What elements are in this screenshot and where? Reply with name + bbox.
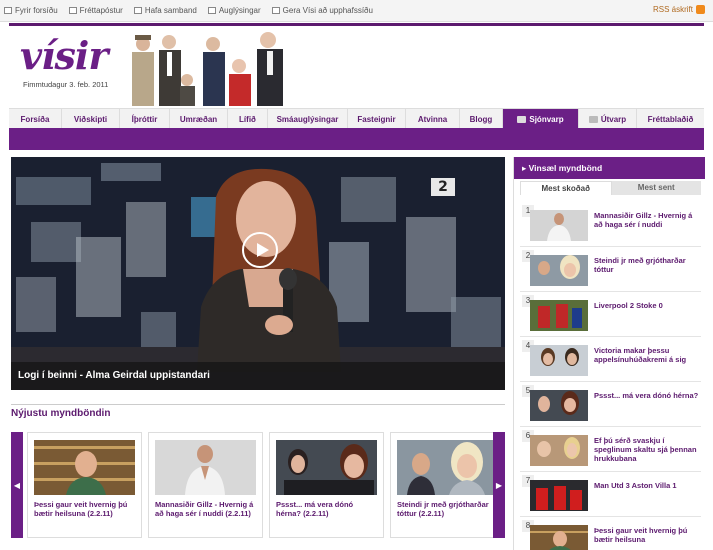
video-thumbnail xyxy=(155,440,256,495)
carousel-prev-button[interactable]: ◀ xyxy=(11,432,23,538)
popular-video-title: Ef þú sérð svaskju í speglinum skaltu sj… xyxy=(594,436,697,463)
mail-icon xyxy=(68,7,77,14)
video-card-title: Steindi jr með grjótharðar tóttur (2.2.1… xyxy=(397,500,489,518)
item-divider xyxy=(520,291,701,292)
video-card-title: Mannasiðir Gillz - Hvernig á að haga sér… xyxy=(155,500,254,518)
nav-item-utvarp[interactable]: Útvarp xyxy=(579,109,637,129)
video-card[interactable]: Steindi jr með grjótharðar tóttur (2.2.1… xyxy=(390,432,505,538)
nav-item-sjonvarp[interactable]: Sjónvarp xyxy=(503,109,579,129)
arrow-left-icon: ◀ xyxy=(13,480,21,490)
popular-video-title: Liverpool 2 Stoke 0 xyxy=(594,301,663,310)
item-divider xyxy=(520,246,701,247)
star-icon xyxy=(271,7,280,14)
nav-item-fasteignir[interactable]: Fasteignir xyxy=(348,109,406,129)
video-card[interactable]: Mannasiðir Gillz - Hvernig á að haga sér… xyxy=(148,432,263,538)
video-player[interactable]: 2 Logi í beinni - Alma Geirdal uppistand… xyxy=(11,157,505,390)
main-nav: Forsíða Viðskipti Íþróttir Umræðan Lífið… xyxy=(9,108,704,129)
nav-item-ithrottir[interactable]: Íþróttir xyxy=(120,109,170,129)
item-divider xyxy=(520,381,701,382)
nav-item-atvinna[interactable]: Atvinna xyxy=(406,109,460,129)
home-icon xyxy=(4,7,12,14)
video-thumbnail xyxy=(530,300,588,331)
popular-video-title: Man Utd 3 Aston Villa 1 xyxy=(594,481,677,490)
topbar-link-front[interactable]: Fyrir forsíðu xyxy=(4,6,58,15)
popular-videos-title: ▸ Vinsæl myndbönd xyxy=(514,157,705,179)
video-thumbnail xyxy=(397,440,498,495)
video-card-title: Pssst... má vera dónó hérna? (2.2.11) xyxy=(276,500,354,518)
item-divider xyxy=(520,516,701,517)
video-caption: Logi í beinni - Alma Geirdal uppistandar… xyxy=(18,370,210,381)
popular-video-item[interactable]: 2 Steindi jr með grjótharðar tóttur xyxy=(518,248,703,288)
popular-video-item[interactable]: 6 Ef þú sérð svaskju í speglinum skaltu … xyxy=(518,428,703,468)
item-divider xyxy=(520,471,701,472)
radio-icon xyxy=(588,115,598,123)
video-card[interactable]: Þessi gaur veit hvernig þú bætir heilsun… xyxy=(27,432,142,538)
tv-icon xyxy=(517,115,527,123)
video-thumbnail xyxy=(530,255,588,286)
section-divider xyxy=(11,404,505,405)
video-thumbnail xyxy=(530,210,588,241)
topbar-link-homepage[interactable]: Gera Vísi að upphafssíðu xyxy=(271,6,373,15)
popular-video-item[interactable]: 7 Man Utd 3 Aston Villa 1 xyxy=(518,473,703,513)
nav-item-umraedan[interactable]: Umræðan xyxy=(170,109,228,129)
tab-most-viewed[interactable]: Mest skoðað xyxy=(520,181,612,195)
carousel-next-button[interactable]: ▶ xyxy=(493,432,505,538)
video-card[interactable]: Pssst... má vera dónó hérna? (2.2.11) xyxy=(269,432,384,538)
video-thumbnail xyxy=(530,390,588,421)
popular-video-item[interactable]: 5 Pssst... má vera dónó hérna? xyxy=(518,383,703,423)
popular-videos-tabs: Mest skoðað Mest sent xyxy=(520,181,701,195)
popular-video-item[interactable]: 3 Liverpool 2 Stoke 0 xyxy=(518,293,703,333)
popular-video-item[interactable]: 4 Victoria makar þessu appelsínuhúðakrem… xyxy=(518,338,703,378)
popular-video-title: Pssst... má vera dónó hérna? xyxy=(594,391,699,400)
video-thumbnail xyxy=(530,345,588,376)
site-header: vísir Fimmtudagur 3. feb. 2011 xyxy=(9,26,704,106)
video-carousel: ◀ Þessi gaur veit hvernig þú bætir heils… xyxy=(11,432,505,538)
nav-item-forsida[interactable]: Forsíða xyxy=(9,109,62,129)
popular-video-item[interactable]: 8 Þessi gaur veit hvernig þú bætir heils… xyxy=(518,518,703,550)
rss-link[interactable]: RSS áskrift xyxy=(653,5,705,14)
video-thumbnail xyxy=(530,435,588,466)
video-thumbnail xyxy=(530,525,588,550)
arrow-right-icon: ▶ xyxy=(495,480,503,490)
play-icon xyxy=(257,243,269,257)
nav-item-smaauglysingar[interactable]: Smáauglýsingar xyxy=(268,109,348,129)
item-divider xyxy=(520,426,701,427)
popular-videos-sidebar: ▸ Vinsæl myndbönd Mest skoðað Mest sent … xyxy=(513,157,705,550)
popular-video-title: Mannasiðir Gillz - Hvernig á að haga sér… xyxy=(594,211,693,229)
contact-icon xyxy=(133,7,142,14)
current-date: Fimmtudagur 3. feb. 2011 xyxy=(23,80,109,89)
topbar-link-ads[interactable]: Auglýsingar xyxy=(207,6,261,15)
topbar-link-newsletter[interactable]: Fréttapóstur xyxy=(68,6,123,15)
nav-item-frettabladid[interactable]: Fréttablaðið xyxy=(637,109,704,129)
site-logo[interactable]: vísir xyxy=(20,36,108,76)
nav-item-blogg[interactable]: Blogg xyxy=(460,109,503,129)
header-banner-image[interactable] xyxy=(121,30,301,106)
megaphone-icon xyxy=(207,7,216,14)
topbar-link-contact[interactable]: Hafa samband xyxy=(133,6,197,15)
newest-videos-title: Nýjustu myndböndin xyxy=(11,408,111,419)
popular-video-title: Steindi jr með grjótharðar tóttur xyxy=(594,256,686,274)
nav-item-lifid[interactable]: Lífið xyxy=(228,109,268,129)
tab-most-sent[interactable]: Mest sent xyxy=(611,181,701,195)
popular-video-title: Victoria makar þessu appelsínuhúðakremi … xyxy=(594,346,687,364)
utility-bar: Fyrir forsíðu Fréttapóstur Hafa samband … xyxy=(0,0,713,22)
video-thumbnail xyxy=(530,480,588,511)
item-divider xyxy=(520,336,701,337)
video-card-title: Þessi gaur veit hvernig þú bætir heilsun… xyxy=(34,500,128,518)
video-thumbnail xyxy=(276,440,377,495)
play-button[interactable] xyxy=(242,232,278,268)
popular-video-item[interactable]: 1 Mannasiðir Gillz - Hvernig á að haga s… xyxy=(518,203,703,243)
channel-logo: 2 xyxy=(431,178,455,196)
sub-nav-bar xyxy=(9,128,704,150)
nav-item-vidskipti[interactable]: Viðskipti xyxy=(62,109,120,129)
popular-video-title: Þessi gaur veit hvernig þú bætir heilsun… xyxy=(594,526,688,544)
rss-icon xyxy=(696,5,705,14)
video-thumbnail xyxy=(34,440,135,495)
